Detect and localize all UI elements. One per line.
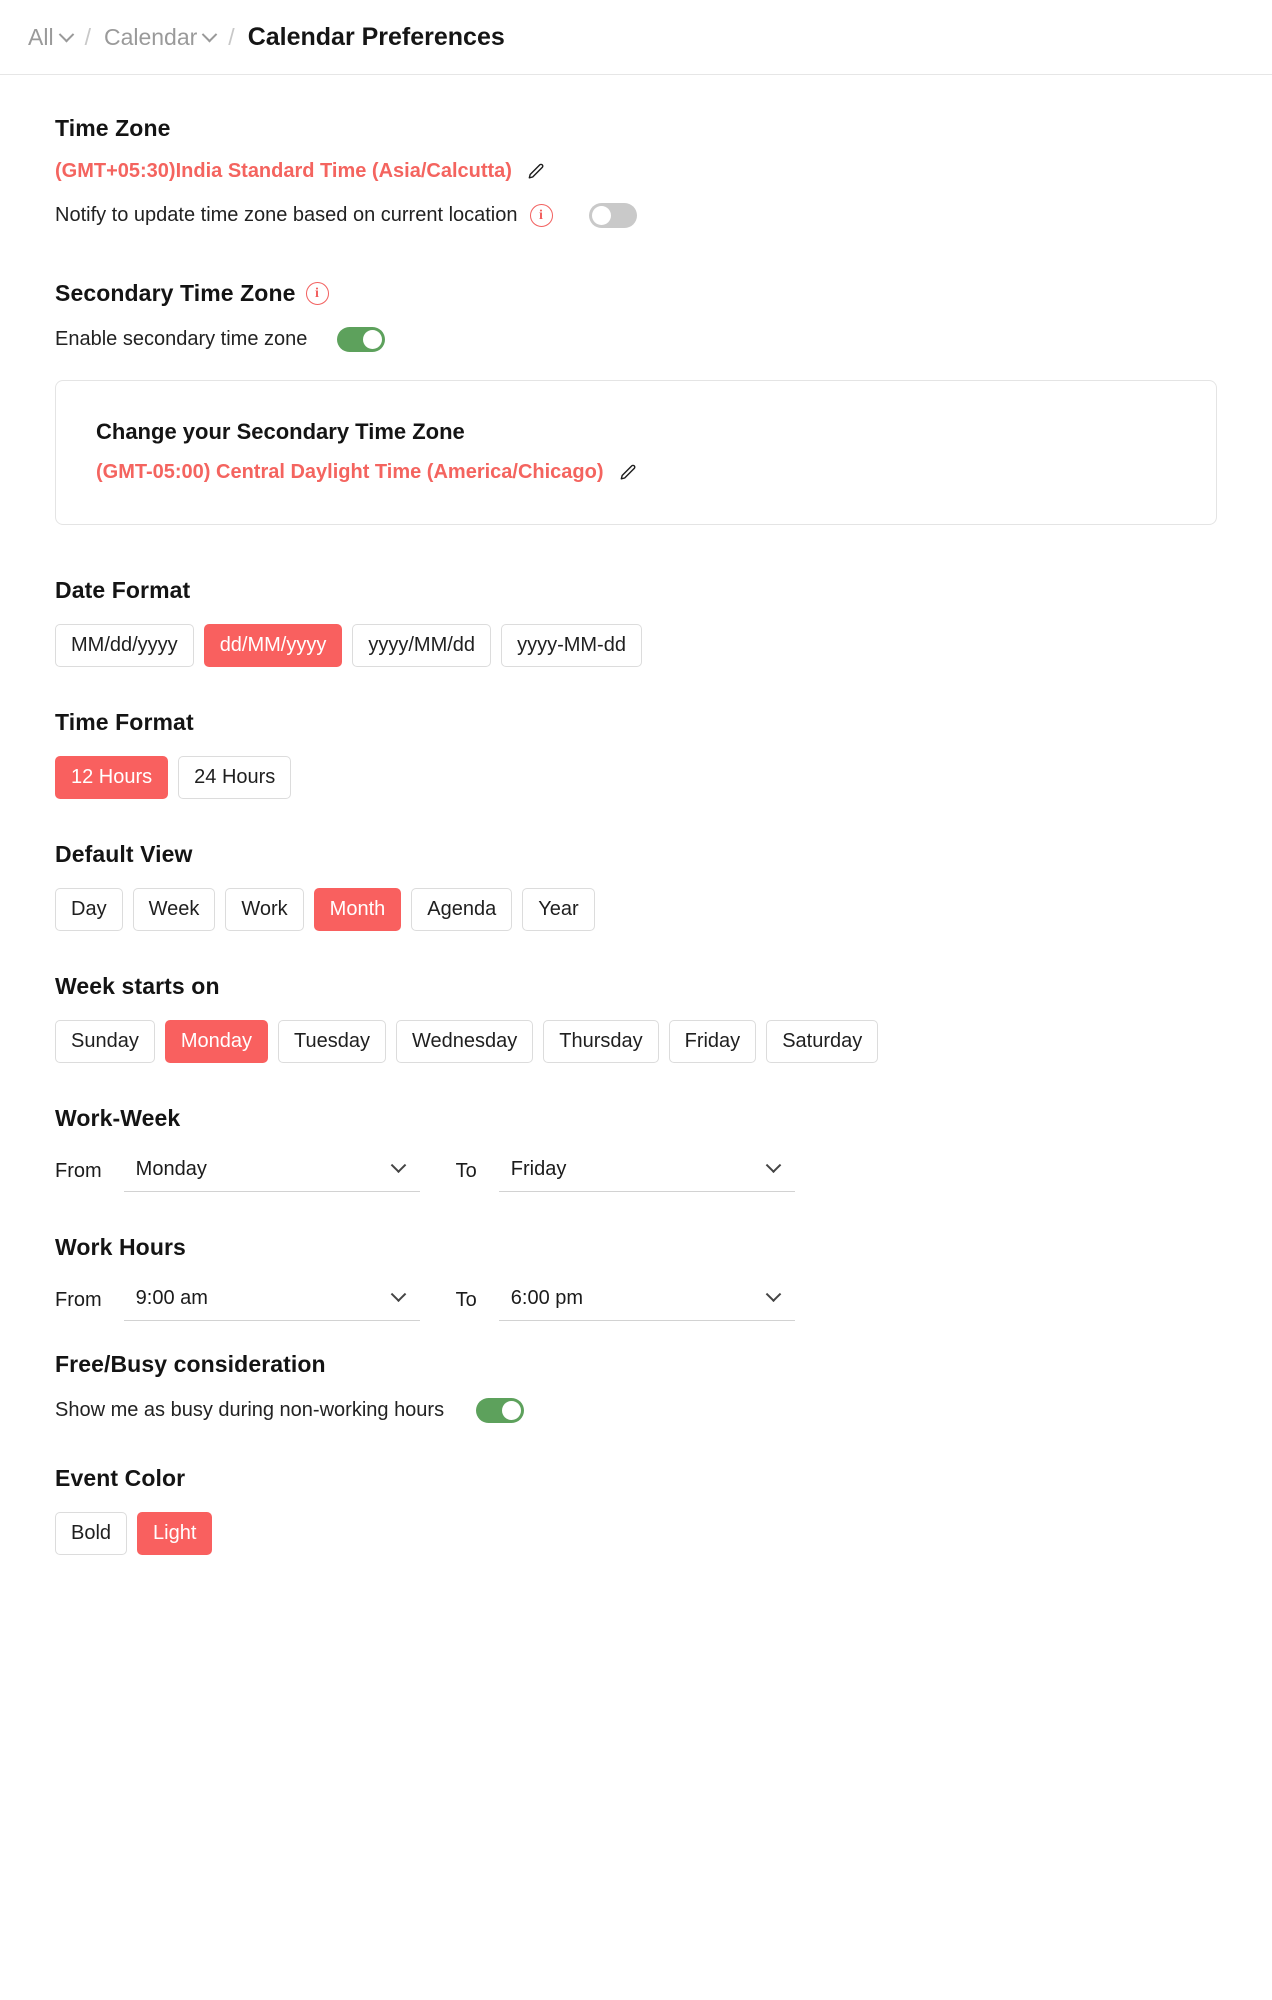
date-format-option[interactable]: yyyy/MM/dd <box>352 624 492 667</box>
chevron-down-icon[interactable] <box>58 26 74 42</box>
toggle-knob <box>591 206 611 225</box>
date-format-heading: Date Format <box>55 577 191 603</box>
chevron-down-icon <box>390 1286 406 1303</box>
week-start-option[interactable]: Thursday <box>543 1020 659 1063</box>
time-format-options: 12 Hours 24 Hours <box>55 756 1217 799</box>
breadcrumb-separator: / <box>228 23 235 50</box>
week-start-option[interactable]: Wednesday <box>395 1020 534 1063</box>
free-busy-heading: Free/Busy consideration <box>55 1351 326 1377</box>
week-start-option[interactable]: Friday <box>668 1020 757 1063</box>
week-starts-on-heading: Week starts on <box>55 973 220 999</box>
preferences-content: Time Zone (GMT+05:30)India Standard Time… <box>0 75 1272 1585</box>
default-view-option[interactable]: Month <box>313 888 402 931</box>
chevron-down-icon <box>765 1286 782 1303</box>
date-format-option[interactable]: MM/dd/yyyy <box>55 624 194 667</box>
work-hours-to-label: To <box>455 1289 477 1311</box>
free-busy-row: Show me as busy during non-working hours <box>55 1398 1217 1423</box>
secondary-time-zone-value[interactable]: (GMT-05:00) Central Daylight Time (Ameri… <box>96 461 604 484</box>
chevron-down-icon[interactable] <box>202 26 218 42</box>
default-view-option[interactable]: Day <box>55 888 123 931</box>
secondary-time-zone-title: Secondary Time Zone <box>55 280 296 306</box>
section-secondary-time-zone: Secondary Time Zone i Enable secondary t… <box>55 280 1217 525</box>
info-icon[interactable]: i <box>529 204 553 227</box>
event-color-option[interactable]: Bold <box>55 1512 128 1555</box>
free-busy-toggle[interactable] <box>476 1398 525 1423</box>
section-date-format: Date Format MM/dd/yyyy dd/MM/yyyy yyyy/M… <box>55 577 1217 667</box>
time-zone-heading: Time Zone <box>55 115 171 141</box>
date-format-options: MM/dd/yyyy dd/MM/yyyy yyyy/MM/dd yyyy-MM… <box>55 624 1217 667</box>
secondary-time-zone-heading: Secondary Time Zone i <box>55 280 1217 307</box>
section-work-hours: Work Hours From 9:00 am To 6:00 pm <box>55 1234 1217 1321</box>
breadcrumb-item-calendar[interactable]: Calendar <box>103 23 218 51</box>
event-color-option[interactable]: Light <box>137 1512 213 1555</box>
section-free-busy: Free/Busy consideration Show me as busy … <box>55 1351 1217 1423</box>
free-busy-label: Show me as busy during non-working hours <box>55 1399 445 1421</box>
work-hours-from-label: From <box>55 1289 102 1311</box>
work-week-heading: Work-Week <box>55 1105 181 1131</box>
work-hours-from-value: 9:00 am <box>135 1287 208 1309</box>
default-view-option[interactable]: Week <box>132 888 216 931</box>
work-hours-to-select[interactable]: 6:00 pm <box>498 1286 795 1321</box>
secondary-card-value-row: (GMT-05:00) Central Daylight Time (Ameri… <box>96 461 1176 484</box>
enable-secondary-row: Enable secondary time zone <box>55 327 1217 352</box>
week-start-option[interactable]: Tuesday <box>278 1020 386 1063</box>
work-week-to-value: Friday <box>510 1158 567 1180</box>
chevron-down-icon <box>765 1157 782 1174</box>
work-hours-heading: Work Hours <box>55 1234 186 1260</box>
time-zone-value[interactable]: (GMT+05:30)India Standard Time (Asia/Cal… <box>55 160 512 183</box>
default-view-option[interactable]: Year <box>522 888 595 931</box>
pencil-icon[interactable] <box>618 463 638 483</box>
breadcrumb-bar: All / Calendar / Calendar Preferences <box>0 0 1272 75</box>
breadcrumb-item-all[interactable]: All <box>28 23 74 51</box>
info-icon[interactable]: i <box>305 282 329 305</box>
pencil-icon[interactable] <box>526 162 546 182</box>
default-view-option[interactable]: Work <box>225 888 304 931</box>
week-start-option[interactable]: Monday <box>164 1020 268 1063</box>
work-week-from-label: From <box>55 1160 102 1182</box>
default-view-option[interactable]: Agenda <box>411 888 513 931</box>
work-week-to-select[interactable]: Friday <box>498 1157 795 1192</box>
enable-secondary-toggle[interactable] <box>337 327 386 352</box>
work-week-from-select[interactable]: Monday <box>123 1157 420 1192</box>
work-hours-from-select[interactable]: 9:00 am <box>123 1286 420 1321</box>
work-hours-to-value: 6:00 pm <box>510 1287 584 1309</box>
secondary-card-title: Change your Secondary Time Zone <box>96 419 465 444</box>
breadcrumb-separator: / <box>84 23 91 50</box>
time-format-option[interactable]: 12 Hours <box>55 756 169 799</box>
time-format-heading: Time Format <box>55 709 194 735</box>
section-default-view: Default View Day Week Work Month Agenda … <box>55 841 1217 931</box>
time-zone-value-row: (GMT+05:30)India Standard Time (Asia/Cal… <box>55 160 1217 183</box>
section-event-color: Event Color Bold Light <box>55 1465 1217 1555</box>
week-starts-on-options: Sunday Monday Tuesday Wednesday Thursday… <box>55 1020 1217 1063</box>
work-week-to-label: To <box>455 1160 477 1182</box>
notify-location-row: Notify to update time zone based on curr… <box>55 203 1217 228</box>
breadcrumb-label-calendar: Calendar <box>103 23 198 50</box>
section-time-zone: Time Zone (GMT+05:30)India Standard Time… <box>55 115 1217 228</box>
event-color-heading: Event Color <box>55 1465 186 1491</box>
time-format-option[interactable]: 24 Hours <box>178 756 292 799</box>
work-hours-range: From 9:00 am To 6:00 pm <box>55 1286 1217 1321</box>
chevron-down-icon <box>390 1157 406 1174</box>
toggle-knob <box>363 330 383 349</box>
section-week-starts-on: Week starts on Sunday Monday Tuesday Wed… <box>55 973 1217 1063</box>
section-time-format: Time Format 12 Hours 24 Hours <box>55 709 1217 799</box>
date-format-option[interactable]: dd/MM/yyyy <box>203 624 343 667</box>
notify-location-toggle[interactable] <box>588 203 637 228</box>
date-format-option[interactable]: yyyy-MM-dd <box>501 624 642 667</box>
event-color-options: Bold Light <box>55 1512 1217 1555</box>
enable-secondary-label: Enable secondary time zone <box>55 328 308 350</box>
toggle-knob <box>502 1401 522 1420</box>
work-week-range: From Monday To Friday <box>55 1157 1217 1192</box>
page-title: Calendar Preferences <box>247 22 505 51</box>
breadcrumb-label-all: All <box>28 23 54 50</box>
default-view-heading: Default View <box>55 841 193 867</box>
default-view-options: Day Week Work Month Agenda Year <box>55 888 1217 931</box>
week-start-option[interactable]: Saturday <box>766 1020 879 1063</box>
work-week-from-value: Monday <box>135 1158 207 1180</box>
secondary-time-zone-card: Change your Secondary Time Zone (GMT-05:… <box>55 380 1217 525</box>
section-work-week: Work-Week From Monday To Friday <box>55 1105 1217 1192</box>
week-start-option[interactable]: Sunday <box>55 1020 155 1063</box>
notify-location-label: Notify to update time zone based on curr… <box>55 204 518 226</box>
